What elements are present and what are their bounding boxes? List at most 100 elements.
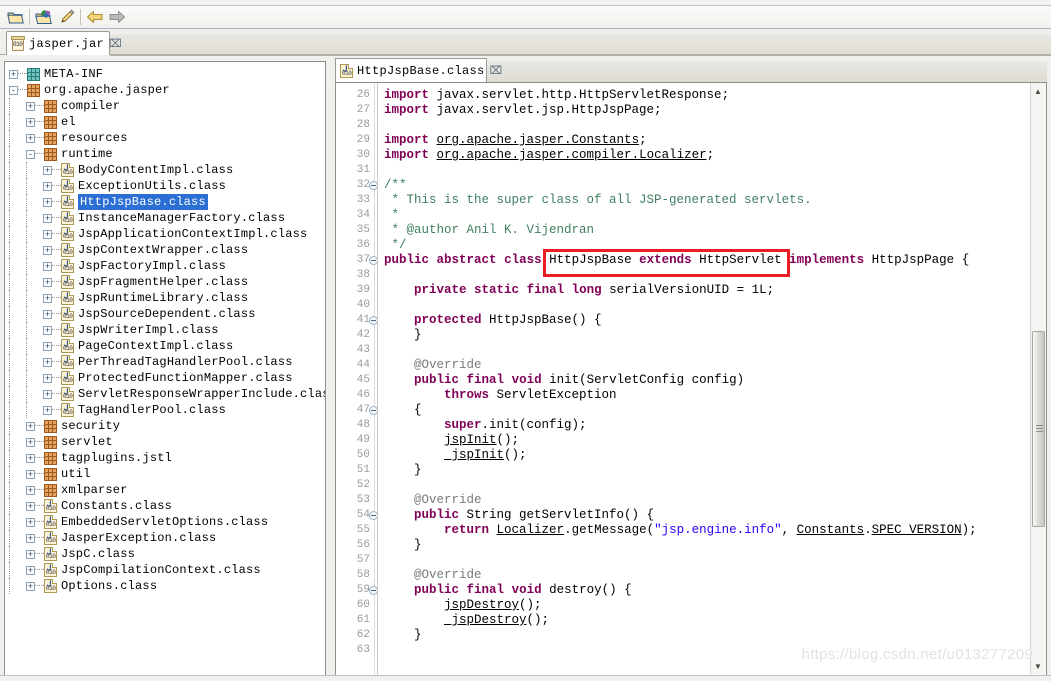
code-line: jspInit(); (444, 433, 520, 447)
expand-icon[interactable]: + (26, 117, 35, 127)
code-text-area[interactable]: import javax.servlet.http.HttpServletRes… (384, 83, 1031, 675)
tree-item[interactable]: +010 JspCompilationContext.class (9, 562, 325, 578)
expand-icon[interactable]: + (43, 181, 52, 191)
expand-icon[interactable]: + (26, 581, 35, 591)
tree-item[interactable]: +010 JspSourceDependent.class (9, 306, 325, 322)
panel-splitter[interactable] (327, 61, 332, 676)
code-line: * This is the super class of all JSP-gen… (384, 193, 812, 207)
tree-item[interactable]: - org.apache.jasper (9, 82, 325, 98)
tree-item[interactable]: + META-INF (9, 66, 325, 82)
open-project-icon[interactable] (33, 7, 55, 27)
tree-indent-guide (9, 226, 11, 242)
tree-item[interactable]: - runtime (9, 146, 325, 162)
expand-icon[interactable]: + (26, 517, 35, 527)
tab-httpjspbase-class[interactable]: 010 HttpJspBase.class ⌧ (335, 58, 502, 82)
tree-item[interactable]: +010 JspWriterImpl.class (9, 322, 325, 338)
line-number-gutter: 26 27 28 29 30 31 32 33 34 35 36 37 38 39 40 41 42 43 44 45… (336, 83, 382, 675)
tree-item-label: META-INF (44, 67, 104, 81)
open-folder-icon[interactable] (4, 7, 26, 27)
expand-icon[interactable]: + (26, 133, 35, 143)
tree-item[interactable]: +010 Constants.class (9, 498, 325, 514)
expand-icon[interactable]: + (43, 341, 52, 351)
fold-collapse-icon[interactable] (369, 181, 378, 190)
tree-item[interactable]: +010 InstanceManagerFactory.class (9, 210, 325, 226)
collapse-icon[interactable]: - (9, 85, 18, 95)
tree-item[interactable]: + compiler (9, 98, 325, 114)
tree-item[interactable]: + servlet (9, 434, 325, 450)
tree-item[interactable]: +010 Options.class (9, 578, 325, 594)
code-editor[interactable]: 26 27 28 29 30 31 32 33 34 35 36 37 38 39 40 41 42 43 44 45… (335, 82, 1047, 676)
tree-item[interactable]: +010 JspContextWrapper.class (9, 242, 325, 258)
tree-item[interactable]: +010 BodyContentImpl.class (9, 162, 325, 178)
line-number: 34 (356, 209, 370, 221)
collapse-icon[interactable]: - (26, 149, 35, 159)
tree-item[interactable]: +010 JspFactoryImpl.class (9, 258, 325, 274)
line-number: 50 (356, 449, 370, 461)
fold-collapse-icon[interactable] (369, 256, 378, 265)
fold-collapse-icon[interactable] (369, 406, 378, 415)
expand-icon[interactable]: + (43, 197, 52, 207)
tree-item[interactable]: +010 JspC.class (9, 546, 325, 562)
tree-item[interactable]: + security (9, 418, 325, 434)
line-number: 62 (356, 629, 370, 641)
expand-icon[interactable]: + (43, 165, 52, 175)
expand-icon[interactable]: + (43, 261, 52, 271)
fold-collapse-icon[interactable] (369, 511, 378, 520)
expand-icon[interactable]: + (43, 357, 52, 367)
expand-icon[interactable]: + (43, 229, 52, 239)
pencil-icon[interactable] (55, 7, 77, 27)
tree-item[interactable]: +010 JspApplicationContextImpl.class (9, 226, 325, 242)
expand-icon[interactable]: + (43, 389, 52, 399)
back-arrow-icon[interactable] (84, 7, 106, 27)
line-number: 39 (356, 284, 370, 296)
line-number: 41 (356, 314, 370, 326)
tree-item[interactable]: + util (9, 466, 325, 482)
expand-icon[interactable]: + (26, 549, 35, 559)
jar-content-tree[interactable]: + META-INF - org.apache.jasper + compiler + el +… (5, 62, 325, 675)
expand-icon[interactable]: + (26, 565, 35, 575)
expand-icon[interactable]: + (43, 245, 52, 255)
tree-item[interactable]: +010 HttpJspBase.class (9, 194, 325, 210)
close-icon[interactable]: ⌧ (490, 64, 503, 77)
expand-icon[interactable]: + (9, 69, 18, 79)
close-icon[interactable]: ⌧ (109, 37, 122, 50)
tree-item[interactable]: +010 ServletResponseWrapperInclude.class (9, 386, 325, 402)
tree-item[interactable]: +010 JasperException.class (9, 530, 325, 546)
tree-item[interactable]: +010 EmbeddedServletOptions.class (9, 514, 325, 530)
editor-vertical-scrollbar[interactable]: ▲ ▼ (1030, 83, 1046, 675)
scrollbar-thumb[interactable] (1032, 331, 1045, 527)
tree-item[interactable]: +010 ProtectedFunctionMapper.class (9, 370, 325, 386)
fold-collapse-icon[interactable] (369, 316, 378, 325)
expand-icon[interactable]: + (26, 101, 35, 111)
line-number: 49 (356, 434, 370, 446)
expand-icon[interactable]: + (43, 325, 52, 335)
fold-collapse-icon[interactable] (369, 586, 378, 595)
tree-item[interactable]: +010 PerThreadTagHandlerPool.class (9, 354, 325, 370)
tree-item[interactable]: +010 ExceptionUtils.class (9, 178, 325, 194)
expand-icon[interactable]: + (43, 213, 52, 223)
tab-jasper-jar[interactable]: 010 jasper.jar ⌧ (6, 31, 122, 55)
expand-icon[interactable]: + (26, 485, 35, 495)
expand-icon[interactable]: + (43, 373, 52, 383)
forward-arrow-icon[interactable] (106, 7, 128, 27)
tree-item[interactable]: + el (9, 114, 325, 130)
tree-item[interactable]: + tagplugins.jstl (9, 450, 325, 466)
scroll-down-arrow-icon[interactable]: ▼ (1031, 659, 1045, 674)
expand-icon[interactable]: + (26, 437, 35, 447)
expand-icon[interactable]: + (26, 453, 35, 463)
expand-icon[interactable]: + (43, 277, 52, 287)
tree-item[interactable]: +010 JspFragmentHelper.class (9, 274, 325, 290)
expand-icon[interactable]: + (43, 405, 52, 415)
tree-item[interactable]: + resources (9, 130, 325, 146)
expand-icon[interactable]: + (43, 309, 52, 319)
expand-icon[interactable]: + (26, 533, 35, 543)
expand-icon[interactable]: + (26, 469, 35, 479)
tree-item[interactable]: +010 JspRuntimeLibrary.class (9, 290, 325, 306)
expand-icon[interactable]: + (26, 501, 35, 511)
expand-icon[interactable]: + (43, 293, 52, 303)
scroll-up-arrow-icon[interactable]: ▲ (1031, 84, 1045, 99)
expand-icon[interactable]: + (26, 421, 35, 431)
tree-item[interactable]: + xmlparser (9, 482, 325, 498)
tree-item[interactable]: +010 PageContextImpl.class (9, 338, 325, 354)
tree-item[interactable]: +010 TagHandlerPool.class (9, 402, 325, 418)
